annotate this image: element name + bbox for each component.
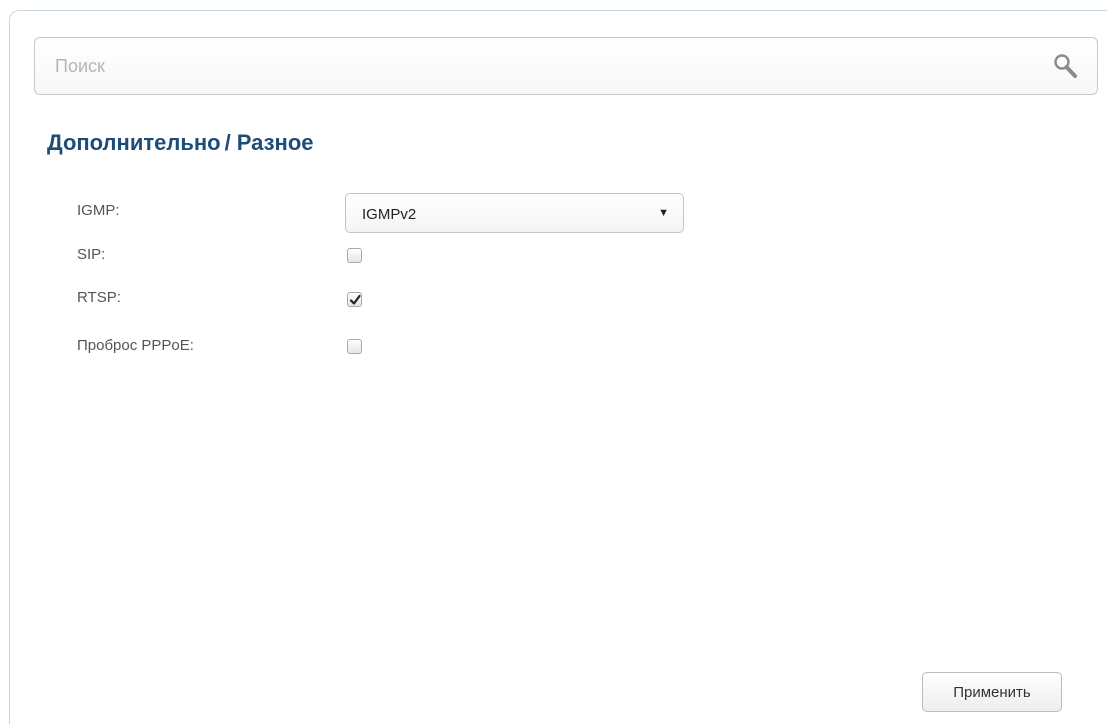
search-icon[interactable] [1051, 52, 1081, 82]
igmp-select[interactable]: IGMPv2 ▼ [345, 193, 684, 233]
sip-checkbox[interactable] [347, 248, 362, 263]
pppoe-passthrough-label: Проброс PPPoE: [77, 337, 194, 354]
search-box[interactable] [34, 37, 1098, 95]
checkmark-icon [349, 294, 361, 305]
breadcrumb-current: Разное [236, 130, 314, 155]
rtsp-checkbox[interactable] [347, 292, 362, 307]
search-input[interactable] [55, 38, 1015, 94]
content-panel [9, 10, 1107, 724]
breadcrumb-separator: / [224, 130, 231, 155]
breadcrumb-parent: Дополнительно [47, 130, 221, 155]
chevron-down-icon: ▼ [658, 207, 669, 219]
apply-button[interactable]: Применить [922, 672, 1062, 712]
pppoe-passthrough-checkbox[interactable] [347, 339, 362, 354]
igmp-select-value: IGMPv2 [362, 206, 417, 223]
page-title: Дополнительно / Разное [47, 130, 314, 156]
sip-label: SIP: [77, 246, 106, 263]
igmp-label: IGMP: [77, 202, 120, 219]
rtsp-label: RTSP: [77, 289, 121, 306]
